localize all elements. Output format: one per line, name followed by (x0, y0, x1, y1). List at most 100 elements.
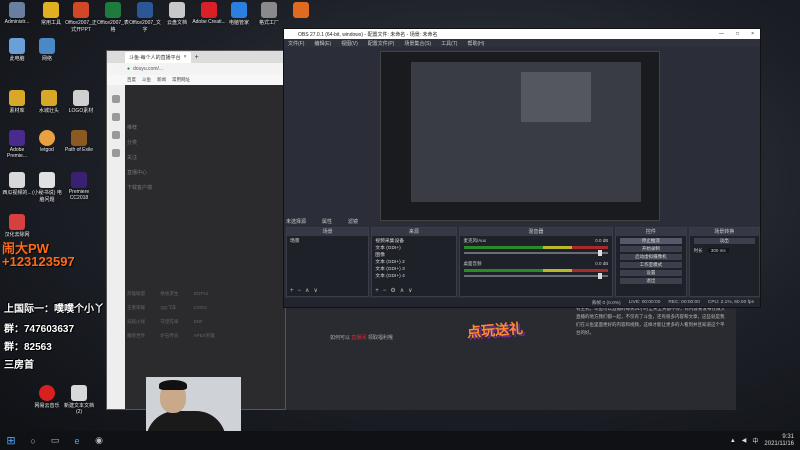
menu-scene-collection[interactable]: 场景集合(S) (404, 40, 431, 47)
windows-start-icon[interactable]: ⊞ (0, 431, 22, 450)
gift-banner[interactable]: 点玩送礼 (459, 308, 532, 353)
menu-profile[interactable]: 配置文件(P) (368, 40, 395, 47)
new-tab-icon[interactable]: + (195, 54, 199, 61)
obs-titlebar[interactable]: OBS 27.0.1 (64-bit, windows) - 配置文件: 未命名… (284, 29, 760, 39)
category-item[interactable]: 王者荣耀 (127, 305, 160, 311)
duration-field[interactable]: 300 ms (707, 248, 729, 253)
site-menu-item[interactable]: 关注 (127, 151, 207, 166)
star-icon[interactable] (112, 95, 120, 103)
menu-view[interactable]: 视图(V) (341, 40, 358, 47)
stop-streaming-button[interactable]: 停止推流 (620, 238, 682, 244)
down-icon[interactable]: ∨ (313, 288, 321, 294)
source-item[interactable]: 文本 (GDI+) 3 (375, 266, 452, 273)
desktop-icon[interactable]: Path of Exile (62, 130, 96, 153)
down-icon[interactable]: ∨ (408, 288, 416, 294)
input-language[interactable]: 中 (752, 436, 758, 445)
add-icon[interactable]: + (290, 288, 298, 294)
category-item[interactable]: 魔兽世界 (127, 333, 160, 339)
site-menu-item[interactable]: 下载客户端 (127, 181, 207, 196)
settings-icon[interactable] (112, 149, 120, 157)
desktop-icon[interactable]: 新建文本文档 (2) (62, 385, 96, 415)
bookmark-item[interactable]: 常用网址 (172, 77, 190, 83)
address-bar[interactable]: ● douyu.com/... (107, 63, 285, 75)
filters-button[interactable]: 滤镜 (348, 218, 358, 225)
bookmark-item[interactable]: 新闻 (157, 77, 166, 83)
volume-icon[interactable]: ◀ (742, 437, 747, 444)
desktop-icon[interactable]: 水城壮头 (32, 90, 66, 114)
site-menu-item[interactable]: 直播中心 (127, 166, 207, 181)
settings-button[interactable]: 设置 (620, 270, 682, 276)
category-item[interactable]: DOTA2 (194, 291, 227, 297)
studio-mode-button[interactable]: 工作室模式 (620, 262, 682, 268)
network-icon[interactable]: ▲ (730, 438, 736, 444)
volume-slider[interactable] (463, 250, 609, 256)
up-icon[interactable]: ∧ (400, 288, 408, 294)
close-icon[interactable]: × (184, 54, 187, 61)
category-item[interactable]: 绝地求生 (160, 291, 193, 297)
category-item[interactable]: CSGO (194, 305, 227, 311)
desktop-icon[interactable]: 汉化去除网 (0, 214, 34, 238)
category-item[interactable]: QQ飞车 (160, 305, 193, 311)
desktop-icon[interactable]: 网络 (30, 38, 64, 62)
desktop-icon[interactable]: Adobe Premie... (0, 130, 34, 159)
exit-button[interactable]: 退出 (620, 278, 682, 284)
search-icon[interactable]: ○ (22, 431, 44, 450)
remove-icon[interactable]: − (298, 288, 306, 294)
category-item[interactable]: 炉石传说 (160, 333, 193, 339)
close-icon[interactable]: × (751, 31, 754, 37)
source-item[interactable]: 文本 (GDI+) (375, 245, 452, 252)
menu-tools[interactable]: 工具(T) (441, 40, 457, 47)
obs-taskbar-icon[interactable]: ◉ (88, 431, 110, 450)
browser-tab[interactable]: 斗鱼-每个人的直播平台 × (125, 51, 191, 63)
history-icon[interactable] (112, 113, 120, 121)
maximize-icon[interactable]: □ (736, 31, 739, 37)
source-item[interactable]: 文本 (GDI+) 4 (375, 273, 452, 280)
scene-item[interactable]: 场景 (290, 238, 365, 245)
browser-window[interactable]: 斗鱼-每个人的直播平台 × + ● douyu.com/... 百度 斗鱼 新闻… (106, 50, 286, 410)
virtual-camera-button[interactable]: 启动虚拟摄像机 (620, 254, 682, 260)
desktop-icon[interactable]: (小秘书说) 电脑问题 (30, 172, 64, 203)
bookmark-item[interactable]: 百度 (127, 77, 136, 83)
desktop-icon[interactable]: 格式工厂 (252, 2, 286, 26)
obs-window[interactable]: OBS 27.0.1 (64-bit, windows) - 配置文件: 未命名… (283, 28, 761, 308)
menu-file[interactable]: 文件(F) (288, 40, 304, 47)
clock[interactable]: 9:31 2021/11/16 (764, 434, 794, 448)
category-item[interactable]: DNF (194, 319, 227, 325)
desktop-icon[interactable]: Premiere CC2018 (62, 172, 96, 201)
bookmark-item[interactable]: 斗鱼 (142, 77, 151, 83)
desktop-icon[interactable]: 网易云音乐 (30, 385, 64, 409)
desktop-icon[interactable]: 此电脑 (0, 38, 34, 62)
add-icon[interactable]: + (375, 288, 383, 294)
source-item[interactable]: 文本 (GDI+) 2 (375, 259, 452, 266)
task-view-icon[interactable]: ▭ (44, 431, 66, 450)
source-item[interactable]: 视频采集设备 (375, 238, 452, 245)
start-recording-button[interactable]: 开始录制 (620, 246, 682, 252)
site-menu-item[interactable]: 推荐 (127, 121, 207, 136)
gear-icon[interactable]: ⚙ (390, 288, 399, 294)
category-item[interactable]: 穿越火线 (127, 319, 160, 325)
download-icon[interactable] (112, 131, 120, 139)
room-link[interactable]: 直播间 (351, 335, 366, 341)
source-item[interactable]: 图像 (375, 252, 452, 259)
menu-help[interactable]: 帮助(H) (467, 40, 484, 47)
category-item[interactable]: 守望先锋 (160, 319, 193, 325)
category-item[interactable]: 英雄联盟 (127, 291, 160, 297)
minimize-icon[interactable]: — (719, 31, 724, 37)
desktop-icon[interactable]: letgod (30, 130, 64, 153)
desktop-icon[interactable]: 西瓜视频的... (0, 172, 34, 196)
properties-button[interactable]: 属性 (322, 218, 332, 225)
desktop-icon[interactable]: 云盘文档 (160, 2, 194, 26)
desktop-icon[interactable]: Adobe Creati... (192, 2, 226, 25)
desktop-icon[interactable] (284, 2, 318, 19)
desktop-icon[interactable]: 素材库 (0, 90, 34, 114)
desktop-icon[interactable]: Office2007_文字 (128, 2, 162, 33)
site-menu-item[interactable]: 分类 (127, 136, 207, 151)
transition-select[interactable]: 淡出 (693, 238, 755, 244)
desktop-icon[interactable]: 电脑管家 (222, 2, 256, 26)
menu-edit[interactable]: 编辑(E) (314, 40, 331, 47)
volume-slider[interactable] (463, 273, 609, 279)
obs-preview[interactable] (380, 51, 660, 221)
browser-taskbar-icon[interactable]: e (66, 431, 88, 450)
desktop-icon[interactable]: LOGO素材 (64, 90, 98, 114)
category-item[interactable]: APEX英雄 (194, 333, 227, 339)
